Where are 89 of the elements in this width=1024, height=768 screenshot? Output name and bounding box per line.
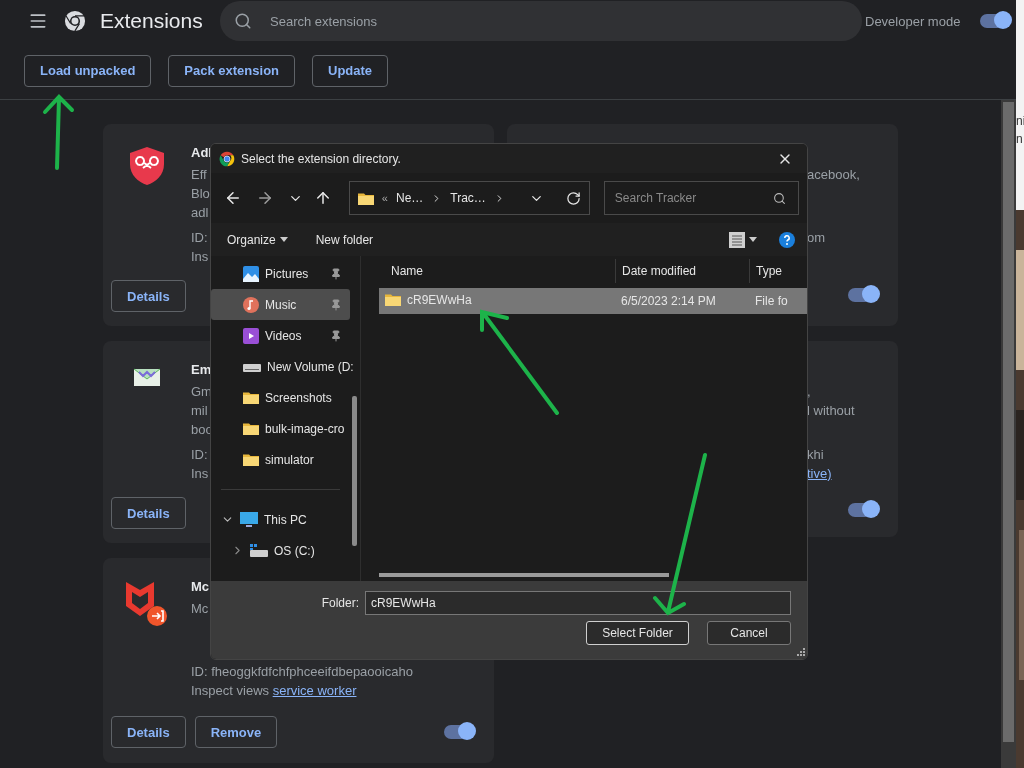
refresh-icon [565,190,581,206]
folder-icon [243,453,259,466]
search-field[interactable]: Search Tracker [612,190,773,206]
nav-item[interactable]: bulk-image-cro [211,413,350,444]
search-field[interactable]: Search extensions [268,12,862,30]
drive-icon [250,543,268,558]
description-text: acebook, [807,166,860,184]
resize-grip-icon [795,647,805,657]
breadcrumb[interactable]: Ne… [395,191,424,205]
video-icon [243,327,259,344]
list-view-icon [729,231,745,248]
menu-icon[interactable] [28,11,48,31]
extension-id: khi [807,446,824,464]
shield-icon [129,146,165,186]
toolbar-button[interactable]: Update [312,54,389,87]
nav-item[interactable]: simulator [211,444,350,475]
file-name: cR9EWwHa [407,291,472,309]
folder-icon [243,391,259,404]
inspect-views-label: Inspect views [191,683,271,698]
developer-mode-label: Developer mode [865,13,961,29]
description-text: Mc [191,600,209,618]
description-text: adl [191,204,209,222]
caret-icon [279,237,288,242]
description-text: , [807,383,811,401]
inspect-views-label: Ins [191,466,209,481]
description-text: Eff [191,166,207,184]
extension-name: Em [191,361,212,379]
view-options-button[interactable] [729,231,757,248]
toolbar-button[interactable]: Load unpacked [24,54,152,87]
nav-item[interactable]: This PC [211,504,350,535]
caret-icon [749,237,757,242]
window-text: ni [1016,113,1024,130]
search-icon [234,12,252,30]
breadcrumb[interactable]: Trac… [450,191,486,205]
column-header[interactable]: Date modified [615,259,749,283]
window-text: n [1016,131,1024,148]
extension-id: ID: [191,446,208,464]
details-button[interactable]: Details [111,280,186,312]
extension-id: ID: fheoggkfdfchfphceeifdbepaooicaho [191,663,413,681]
select-folder-button[interactable]: Select Folder [586,621,689,645]
search-box[interactable]: Search Tracker [603,181,799,215]
folder-icon [357,191,374,205]
date-modified: 6/5/2023 2:14 PM [621,294,716,308]
search-icon [773,191,786,205]
dialog-title: Select the extension directory. [241,151,402,166]
inspect-link[interactable]: tive) [807,466,832,481]
address-bar[interactable]: « Ne… Trac… [348,181,590,215]
nav-item[interactable]: Music [211,289,350,320]
overflow-marker: « [381,192,388,204]
toggle-switch[interactable] [848,503,878,517]
inspect-views-label: Ins [191,249,209,264]
new-folder-button[interactable]: New folder [315,232,374,247]
file-row[interactable]: cR9EWwHa 6/5/2023 2:14 PM File fo [379,288,807,314]
nav-item[interactable]: Videos [211,320,350,351]
music-icon [243,296,259,313]
folder-field[interactable]: cR9EWwHa [365,591,791,615]
extension-id: om [807,229,826,247]
description-text: Blo [191,185,210,203]
pictures-icon [243,265,259,282]
toolbar-button[interactable]: Pack extension [168,54,295,87]
column-header[interactable]: Name [379,259,615,283]
extension-name: Mc [191,578,210,596]
toggle-switch[interactable] [444,725,474,739]
nav-item[interactable]: Pictures [211,258,350,289]
page-title: Extensions [100,9,204,33]
folder-icon [243,422,259,435]
shield-m-icon [124,580,170,628]
nav-item[interactable]: Screenshots [211,382,350,413]
chrome-logo-icon [64,10,86,32]
file-type: File fo [755,294,788,308]
description-text: l without [807,402,855,420]
nav-item[interactable]: OS (C:) [211,535,350,566]
description-text: mil [191,402,208,420]
search-box[interactable]: Search extensions [220,1,862,41]
details-button[interactable]: Details [111,497,186,529]
folder-icon [385,293,401,307]
toggle-switch[interactable] [848,288,878,302]
chrome-logo-icon [219,150,235,167]
extension-id: ID: [191,229,208,247]
organize-menu[interactable]: Organize [227,232,288,247]
remove-button[interactable]: Remove [194,716,278,748]
help-icon[interactable] [779,231,795,248]
cancel-button[interactable]: Cancel [707,621,791,645]
details-button[interactable]: Details [111,716,186,748]
column-header[interactable]: Type [749,259,804,283]
monitor-icon [240,511,258,528]
folder-label: Folder: [321,596,359,610]
service-worker-link[interactable]: service worker [272,683,357,698]
toggle-switch[interactable] [980,14,1011,28]
